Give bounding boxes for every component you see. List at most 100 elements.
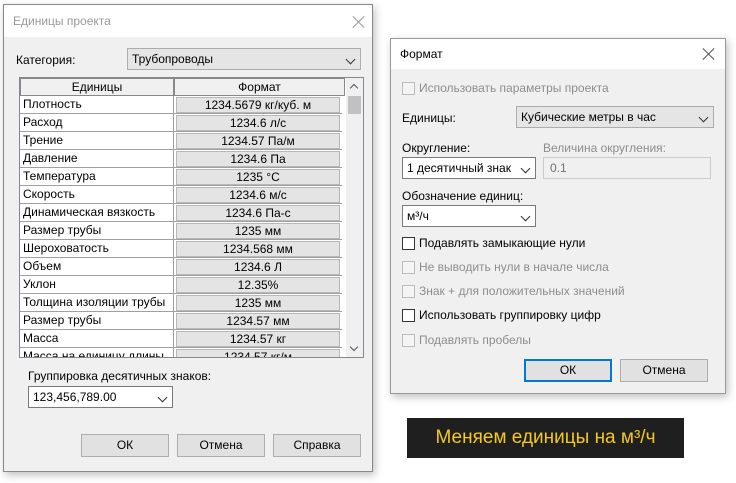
unit-name-cell: Размер трубы <box>20 222 174 240</box>
table-row[interactable]: Динамическая вязкость 1234.6 Па-с <box>20 204 342 222</box>
table-header: Единицы Формат <box>20 78 345 96</box>
decimal-grouping-select[interactable]: 123,456,789.00 <box>28 386 173 408</box>
unit-name-cell: Уклон <box>20 276 174 294</box>
chevron-down-icon <box>345 54 356 65</box>
format-button[interactable]: 1234.57 кг <box>176 331 340 347</box>
format-cell: 12.35% <box>174 276 342 294</box>
format-cell: 1234.6 л/с <box>174 114 342 132</box>
scroll-up-icon[interactable] <box>349 83 359 93</box>
format-button[interactable]: 1234.57 мм <box>176 313 340 329</box>
units-table: Единицы Формат Плотность 1234.5679 кг/куб… <box>19 77 364 358</box>
checkbox-box <box>402 81 415 95</box>
suppress-spaces-label: Подавлять пробелы <box>419 333 531 347</box>
format-button[interactable]: 1234.6 м/с <box>176 187 340 203</box>
table-row[interactable]: Размер трубы 1234.57 мм <box>20 312 342 330</box>
help-button[interactable]: Справка <box>273 434 361 457</box>
rounding-label: Округление: <box>402 141 471 155</box>
use-project-settings-label: Использовать параметры проекта <box>419 81 609 95</box>
digit-grouping-label: Использовать группировку цифр <box>419 308 601 322</box>
ok-button[interactable]: ОК <box>81 434 169 457</box>
table-row[interactable]: Трение 1234.57 Па/м <box>20 132 342 150</box>
title-bar: Единицы проекта <box>4 5 372 37</box>
format-cell: 1234.57 кг <box>174 330 342 348</box>
format-cell: 1234.568 мм <box>174 240 342 258</box>
table-row[interactable]: Шероховатость 1234.568 мм <box>20 240 342 258</box>
table-row[interactable]: Давление 1234.6 Па <box>20 150 342 168</box>
table-row[interactable]: Масса на единицу длины 1234.57 кг/м <box>20 348 342 357</box>
format-button[interactable]: 1234.6 Л <box>176 259 340 275</box>
format-cell: 1234.5679 кг/куб. м <box>174 96 342 114</box>
vertical-scrollbar[interactable] <box>346 78 363 357</box>
cancel-button[interactable]: Отмена <box>620 359 708 382</box>
unit-name-cell: Трение <box>20 132 174 150</box>
format-button[interactable]: 12.35% <box>176 277 340 293</box>
close-icon[interactable] <box>352 15 366 29</box>
checkbox-box <box>402 333 415 347</box>
table-row[interactable]: Температура 1235 °C <box>20 168 342 186</box>
suppress-trailing-zeros-checkbox[interactable]: Подавлять замыкающие нули <box>402 236 585 250</box>
decimal-grouping-value: 123,456,789.00 <box>33 390 117 404</box>
unit-name-cell: Плотность <box>20 96 174 114</box>
close-icon[interactable] <box>702 47 716 61</box>
format-button[interactable]: 1234.57 кг/м <box>176 349 340 357</box>
cancel-button[interactable]: Отмена <box>177 434 265 457</box>
chevron-down-icon <box>157 392 168 403</box>
rounding-increment-field[interactable]: 0.1 <box>543 157 711 179</box>
table-row[interactable]: Толщина изоляции трубы 1235 мм <box>20 294 342 312</box>
format-button[interactable]: 1234.568 мм <box>176 241 340 257</box>
digit-grouping-checkbox[interactable]: Использовать группировку цифр <box>402 308 601 322</box>
chevron-down-icon <box>520 163 531 174</box>
table-row[interactable]: Скорость 1234.6 м/с <box>20 186 342 204</box>
format-button[interactable]: 1234.57 Па/м <box>176 133 340 149</box>
category-value: Трубопроводы <box>132 52 213 66</box>
project-units-dialog: Единицы проекта Категория: Трубопроводы … <box>3 4 373 472</box>
category-label: Категория: <box>16 53 76 67</box>
unit-name-cell: Размер трубы <box>20 312 174 330</box>
ok-button[interactable]: ОК <box>524 359 612 382</box>
category-select[interactable]: Трубопроводы <box>127 48 361 70</box>
format-button[interactable]: 1235 мм <box>176 223 340 239</box>
plus-prefix-checkbox[interactable]: Знак + для положительных значений <box>402 284 625 298</box>
dialog-title: Единицы проекта <box>13 14 111 28</box>
unit-name-cell: Объем <box>20 258 174 276</box>
table-row[interactable]: Уклон 12.35% <box>20 276 342 294</box>
caption-banner: Меняем единицы на м³/ч <box>407 418 684 458</box>
table-row[interactable]: Размер трубы 1235 мм <box>20 222 342 240</box>
unit-name-cell: Толщина изоляции трубы <box>20 294 174 312</box>
format-button[interactable]: 1234.5679 кг/куб. м <box>176 97 340 113</box>
scroll-thumb[interactable] <box>348 96 361 114</box>
suppress-trailing-zeros-label: Подавлять замыкающие нули <box>419 236 586 250</box>
suppress-leading-zeros-checkbox[interactable]: Не выводить нули в начале числа <box>402 260 609 274</box>
table-row[interactable]: Масса 1234.57 кг <box>20 330 342 348</box>
column-header-format[interactable]: Формат <box>174 78 345 96</box>
table-row[interactable]: Расход 1234.6 л/с <box>20 114 342 132</box>
format-cell: 1234.6 м/с <box>174 186 342 204</box>
format-button[interactable]: 1234.6 Па-с <box>176 205 340 221</box>
chevron-down-icon <box>698 112 709 123</box>
use-project-settings-checkbox[interactable]: Использовать параметры проекта <box>402 81 609 95</box>
format-button[interactable]: 1235 мм <box>176 295 340 311</box>
checkbox-box <box>402 284 415 298</box>
units-value: Кубические метры в час <box>521 110 656 124</box>
format-cell: 1234.6 Л <box>174 258 342 276</box>
checkbox-box <box>402 260 415 274</box>
column-header-units[interactable]: Единицы <box>20 78 174 96</box>
units-label: Единицы: <box>402 111 456 125</box>
units-select[interactable]: Кубические метры в час <box>516 106 714 128</box>
unit-symbol-select[interactable]: м³/ч <box>402 205 536 227</box>
format-button[interactable]: 1235 °C <box>176 169 340 185</box>
format-cell: 1234.57 кг/м <box>174 348 342 357</box>
scroll-down-icon[interactable] <box>349 342 359 352</box>
suppress-leading-zeros-label: Не выводить нули в начале числа <box>419 260 609 274</box>
suppress-spaces-checkbox[interactable]: Подавлять пробелы <box>402 333 531 347</box>
table-row[interactable]: Объем 1234.6 Л <box>20 258 342 276</box>
rounding-select[interactable]: 1 десятичный знак <box>402 157 536 179</box>
format-cell: 1235 мм <box>174 294 342 312</box>
unit-name-cell: Расход <box>20 114 174 132</box>
unit-name-cell: Масса <box>20 330 174 348</box>
format-button[interactable]: 1234.6 л/с <box>176 115 340 131</box>
format-button[interactable]: 1234.6 Па <box>176 151 340 167</box>
chevron-down-icon <box>520 211 531 222</box>
unit-name-cell: Шероховатость <box>20 240 174 258</box>
table-row[interactable]: Плотность 1234.5679 кг/куб. м <box>20 96 342 114</box>
